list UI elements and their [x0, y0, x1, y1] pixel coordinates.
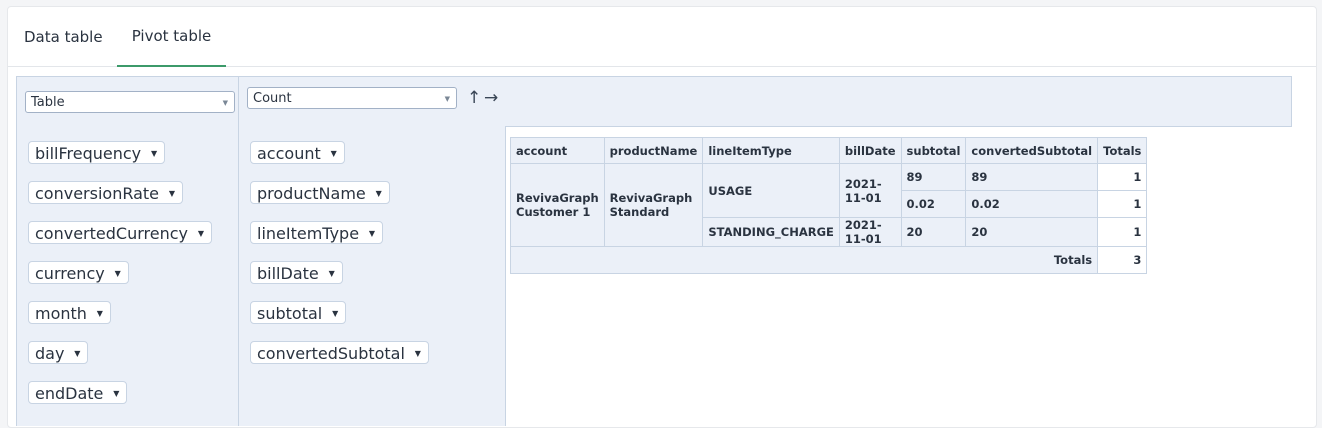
filter-triangle-icon[interactable]: ▼ — [113, 382, 119, 405]
attr-convertedCurrency[interactable]: convertedCurrency ▼ — [28, 221, 212, 244]
header-account: account — [510, 137, 605, 164]
renderer-select-value: Table — [31, 95, 65, 110]
header-subtotal: subtotal — [900, 137, 967, 164]
attr-convertedSubtotal[interactable]: convertedSubtotal ▼ — [250, 341, 429, 364]
chevron-down-icon: ▼ — [444, 95, 450, 103]
row-label-account: RevivaGraph Customer 1 — [510, 163, 605, 247]
attr-account[interactable]: account ▼ — [250, 141, 345, 164]
tab-pivot-table[interactable]: Pivot table — [117, 7, 226, 67]
row-attributes-area[interactable]: account ▼ productName ▼ lineItemType ▼ bill… — [238, 126, 506, 426]
header-lineItemType: lineItemType — [702, 137, 840, 164]
row-label-subtotal: 0.02 — [900, 190, 967, 218]
row-label-subtotal: 89 — [900, 163, 967, 191]
renderer-cell: Table ▼ — [16, 76, 239, 127]
unused-attributes-area[interactable]: billFrequency ▼ conversionRate ▼ converted… — [16, 126, 239, 426]
row-label-convertedSubtotal: 20 — [965, 217, 1099, 247]
attr-label: endDate — [35, 384, 104, 403]
filter-triangle-icon[interactable]: ▼ — [97, 302, 103, 325]
filter-triangle-icon[interactable]: ▼ — [331, 142, 337, 165]
row-label-billDate: 2021-11-01 — [838, 163, 902, 218]
row-label-productName: RevivaGraph Standard — [603, 163, 704, 247]
filter-triangle-icon[interactable]: ▼ — [115, 262, 121, 285]
attr-label: convertedCurrency — [35, 224, 188, 243]
attr-label: lineItemType — [257, 224, 360, 243]
row-total: 1 — [1097, 217, 1148, 247]
grand-total: 3 — [1097, 246, 1148, 274]
attr-lineItemType[interactable]: lineItemType ▼ — [250, 221, 384, 245]
attr-label: currency — [35, 264, 105, 283]
chevron-down-icon: ▼ — [222, 99, 228, 107]
attr-endDate[interactable]: endDate ▼ — [28, 381, 128, 405]
attr-subtotal[interactable]: subtotal ▼ — [250, 301, 347, 325]
aggregator-select[interactable]: Count ▼ — [247, 87, 457, 109]
attr-billFrequency[interactable]: billFrequency ▼ — [28, 141, 166, 165]
filter-triangle-icon[interactable]: ▼ — [376, 182, 382, 205]
totals-label: Totals — [509, 246, 1099, 274]
attr-conversionRate[interactable]: conversionRate ▼ — [28, 181, 184, 205]
header-convertedSubtotal: convertedSubtotal — [965, 137, 1099, 164]
aggregator-cell: Count ▼ ↑ → — [238, 76, 507, 127]
table-header-row: account productName lineItemType billDat… — [510, 137, 1148, 164]
row-sort-button[interactable]: ↑ — [467, 88, 481, 108]
attr-label: convertedSubtotal — [257, 344, 405, 363]
row-total: 1 — [1097, 190, 1148, 218]
filter-triangle-icon[interactable]: ▼ — [415, 342, 421, 365]
row-label-subtotal: 20 — [900, 217, 967, 247]
attr-label: subtotal — [257, 304, 323, 323]
header-totals: Totals — [1097, 137, 1148, 164]
attr-month[interactable]: month ▼ — [28, 301, 111, 324]
row-label-convertedSubtotal: 0.02 — [965, 190, 1099, 218]
row-label-convertedSubtotal: 89 — [965, 163, 1099, 191]
pivot-table: account productName lineItemType billDat… — [509, 137, 1148, 274]
filter-triangle-icon[interactable]: ▼ — [74, 342, 80, 365]
col-sort-button[interactable]: → — [484, 88, 498, 108]
tab-bar: Data table Pivot table — [8, 7, 1316, 67]
attr-day[interactable]: day ▼ — [28, 341, 89, 365]
header-billDate: billDate — [838, 137, 902, 164]
attr-billDate[interactable]: billDate ▼ — [250, 261, 343, 284]
row-total: 1 — [1097, 163, 1148, 191]
row-label-lineItemType: USAGE — [702, 163, 840, 218]
row-label-billDate: 2021-11-01 — [838, 217, 902, 247]
header-productName: productName — [603, 137, 704, 164]
row-label-lineItemType: STANDING_CHARGE — [702, 217, 840, 247]
attr-label: billDate — [257, 264, 319, 283]
attr-label: month — [35, 304, 87, 323]
filter-triangle-icon[interactable]: ▼ — [369, 222, 375, 245]
tab-data-table[interactable]: Data table — [24, 7, 103, 65]
attr-label: conversionRate — [35, 184, 160, 203]
filter-triangle-icon[interactable]: ▼ — [169, 182, 175, 205]
totals-row: Totals 3 — [509, 246, 1148, 274]
table-row: RevivaGraph Customer 1 RevivaGraph Stand… — [510, 163, 1148, 247]
filter-triangle-icon[interactable]: ▼ — [151, 142, 157, 165]
renderer-select[interactable]: Table ▼ — [25, 91, 235, 113]
column-attributes-dropzone[interactable] — [505, 76, 1292, 127]
filter-triangle-icon[interactable]: ▼ — [332, 302, 338, 325]
attr-currency[interactable]: currency ▼ — [28, 261, 129, 284]
filter-triangle-icon[interactable]: ▼ — [329, 262, 335, 285]
attr-productName[interactable]: productName ▼ — [250, 181, 390, 204]
attr-label: productName — [257, 184, 366, 203]
attr-label: billFrequency — [35, 144, 142, 163]
attr-label: day — [35, 344, 65, 363]
aggregator-select-value: Count — [253, 91, 292, 106]
attr-label: account — [257, 144, 321, 163]
filter-triangle-icon[interactable]: ▼ — [198, 222, 204, 245]
